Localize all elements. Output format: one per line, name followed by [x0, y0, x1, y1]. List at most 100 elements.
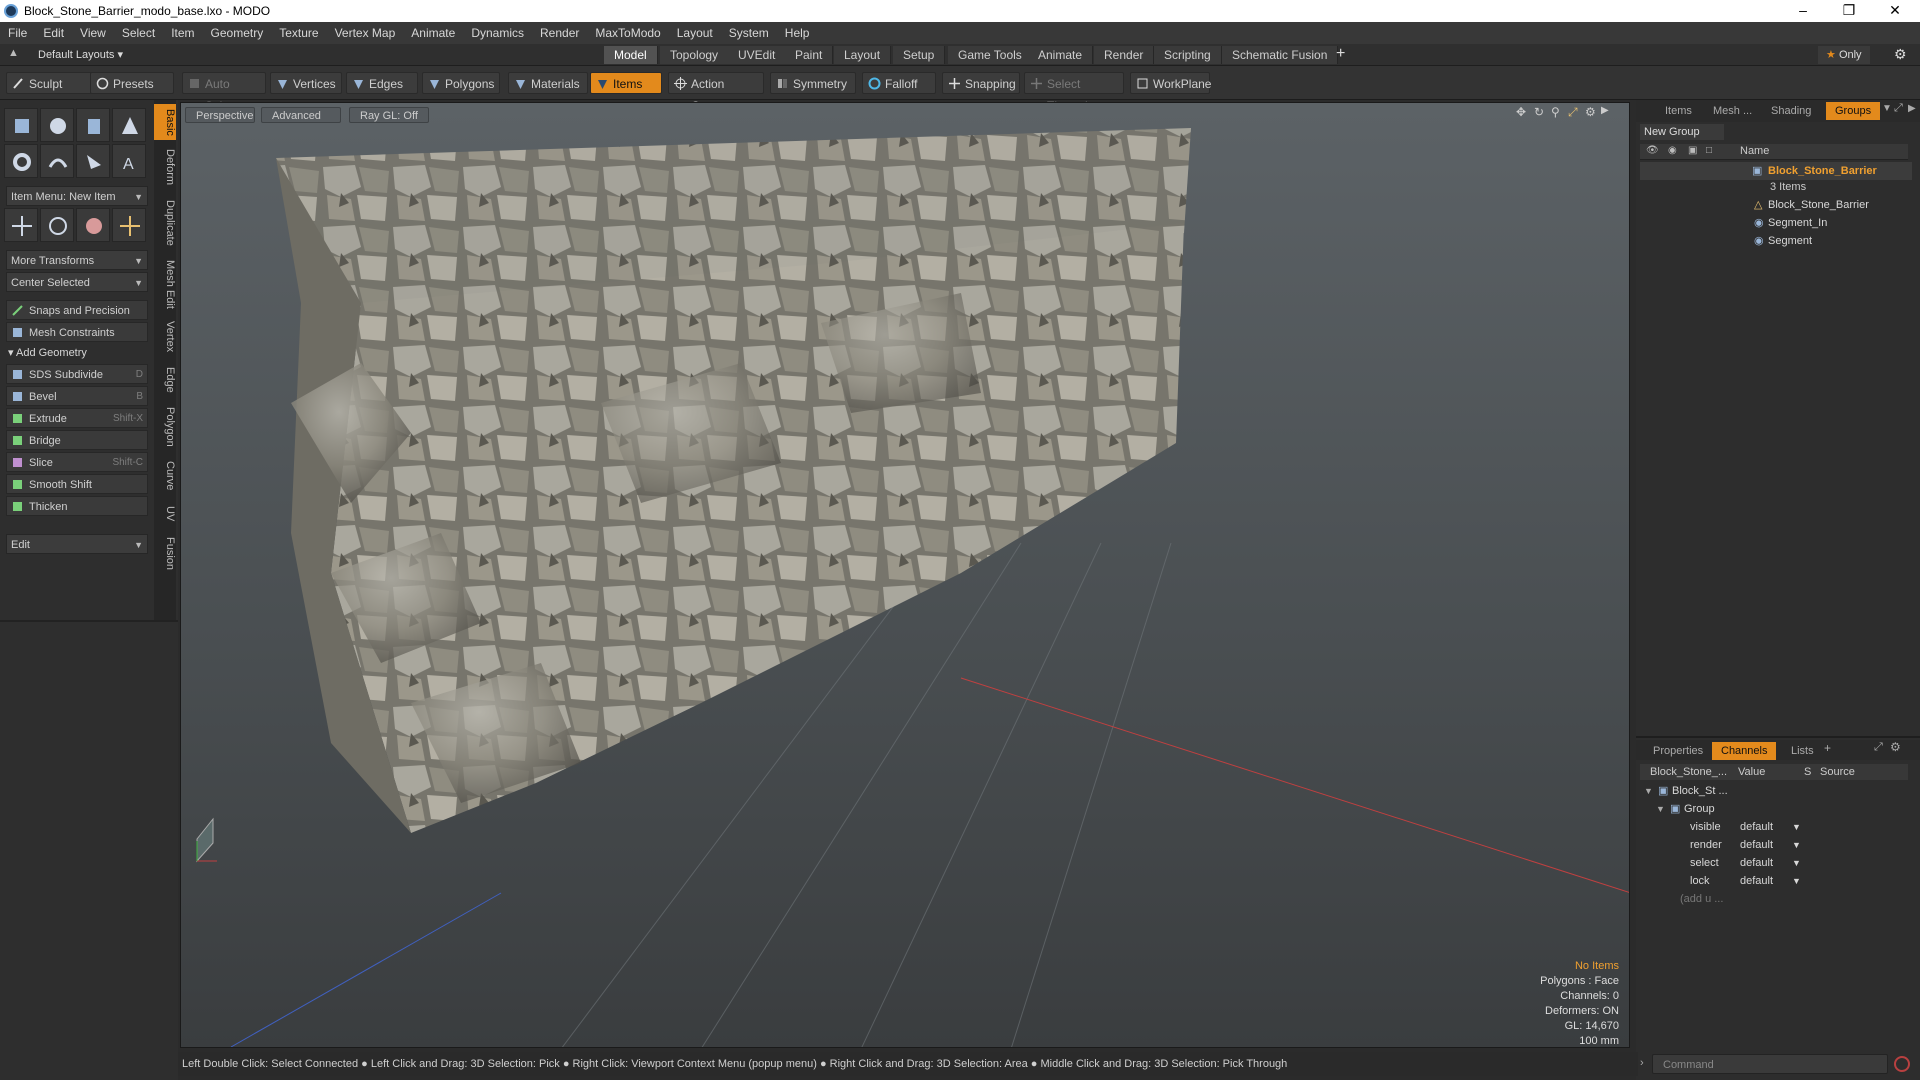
- more-transforms-dropdown[interactable]: More Transforms ▼: [6, 250, 148, 270]
- sidetab-curve[interactable]: Curve: [154, 456, 176, 496]
- tab-layout[interactable]: Layout: [834, 46, 892, 64]
- add-user-channel-row[interactable]: (add u ...: [1640, 890, 1912, 908]
- item-menu-dropdown[interactable]: Item Menu: New Item ▼: [6, 186, 148, 206]
- restore-button[interactable]: ❐: [1826, 0, 1872, 22]
- channel-value[interactable]: default: [1740, 818, 1773, 836]
- tab-paint[interactable]: Paint: [785, 46, 834, 64]
- menu-select[interactable]: Select: [114, 26, 163, 40]
- tab-animate[interactable]: Animate: [1028, 46, 1094, 64]
- cube-icon[interactable]: [4, 108, 38, 142]
- menu-vertex-map[interactable]: Vertex Map: [327, 26, 404, 40]
- snapping-button[interactable]: Snapping: [942, 72, 1020, 94]
- menu-animate[interactable]: Animate: [403, 26, 463, 40]
- menu-layout[interactable]: Layout: [669, 26, 721, 40]
- tab-topology[interactable]: Topology: [660, 46, 730, 64]
- snaps-button[interactable]: Snaps and Precision: [6, 300, 148, 320]
- fit-view-icon[interactable]: ⤢: [1568, 105, 1578, 120]
- lock-icon[interactable]: ▣: [1688, 145, 1697, 156]
- falloff-button[interactable]: Falloff: [862, 72, 936, 94]
- sidetab-fusion[interactable]: Fusion: [154, 532, 176, 576]
- chevron-down-icon[interactable]: ▼: [1792, 818, 1801, 836]
- tab-scripting[interactable]: Scripting: [1154, 46, 1222, 64]
- gear-icon[interactable]: ⚙: [1890, 740, 1901, 754]
- perspective-button[interactable]: Perspective: [185, 107, 255, 123]
- layout-toggle-icon[interactable]: ▲: [8, 47, 19, 59]
- cone-icon[interactable]: [112, 108, 146, 142]
- smooth-shift-button[interactable]: Smooth Shift: [6, 474, 148, 494]
- menu-texture[interactable]: Texture: [271, 26, 326, 40]
- extrude-button[interactable]: Extrude Shift-X: [6, 408, 148, 428]
- polygons-button[interactable]: Polygons: [422, 72, 500, 94]
- menu-render[interactable]: Render: [532, 26, 587, 40]
- vertices-button[interactable]: Vertices 1: [270, 72, 342, 113]
- rotate-view-icon[interactable]: ↻: [1534, 105, 1544, 119]
- viewport-expand-icon[interactable]: ▶: [1601, 105, 1609, 116]
- mesh-constraints-button[interactable]: Mesh Constraints: [6, 322, 148, 342]
- text-tool-icon[interactable]: A: [112, 144, 146, 178]
- channel-row[interactable]: lock default ▼: [1640, 872, 1912, 890]
- edit-dropdown[interactable]: Edit ▼: [6, 534, 148, 554]
- close-button[interactable]: ✕: [1872, 0, 1918, 22]
- sphere-icon[interactable]: [40, 108, 74, 142]
- tree-item-segment-in[interactable]: ◉ Segment_In: [1640, 214, 1912, 232]
- panel-arrow-icon[interactable]: ▶: [1908, 103, 1916, 114]
- channel-row[interactable]: render default ▼: [1640, 836, 1912, 854]
- menu-geometry[interactable]: Geometry: [203, 26, 272, 40]
- menu-help[interactable]: Help: [777, 26, 818, 40]
- channel-row[interactable]: select default ▼: [1640, 854, 1912, 872]
- gear-icon[interactable]: ⚙: [1894, 46, 1907, 63]
- center-selected-dropdown[interactable]: Center Selected ▼: [6, 272, 148, 292]
- only-toggle[interactable]: ★ Only: [1818, 46, 1870, 64]
- channel-value[interactable]: default: [1740, 836, 1773, 854]
- tree-item-block-stone-barrier[interactable]: △ Block_Stone_Barrier: [1640, 196, 1912, 214]
- 3d-viewport[interactable]: Perspective Advanced Ray GL: Off ✥ ↻ ⚲ ⤢…: [180, 102, 1630, 1048]
- workplane-button[interactable]: WorkPlane: [1130, 72, 1211, 94]
- channel-value[interactable]: default: [1740, 872, 1773, 890]
- menu-item[interactable]: Item: [163, 26, 202, 40]
- add-tab-icon[interactable]: +: [1824, 741, 1831, 755]
- menu-system[interactable]: System: [721, 26, 777, 40]
- minimize-button[interactable]: –: [1780, 0, 1826, 22]
- tab-groups[interactable]: Groups: [1826, 102, 1881, 120]
- select-icon[interactable]: □: [1706, 145, 1712, 156]
- tab-mesh[interactable]: Mesh ...: [1704, 102, 1761, 120]
- sidetab-polygon[interactable]: Polygon: [154, 402, 176, 452]
- tab-items[interactable]: Items: [1656, 102, 1701, 120]
- expand-arrow-icon[interactable]: ▼: [1656, 800, 1665, 818]
- tab-schematic-fusion[interactable]: Schematic Fusion: [1222, 46, 1339, 64]
- symmetry-button[interactable]: Symmetry: [770, 72, 856, 94]
- pan-icon[interactable]: ✥: [1516, 105, 1526, 119]
- chevron-down-icon[interactable]: ▼: [1792, 872, 1801, 890]
- tab-render[interactable]: Render: [1094, 46, 1155, 64]
- render-icon[interactable]: ◉: [1668, 145, 1677, 156]
- add-geometry-header[interactable]: ▾ Add Geometry: [8, 344, 150, 362]
- menu-view[interactable]: View: [72, 26, 114, 40]
- panel-expand-icon[interactable]: ⤢: [1894, 102, 1903, 115]
- tab-game-tools[interactable]: Game Tools: [948, 46, 1033, 64]
- eye-icon[interactable]: 👁: [1646, 145, 1659, 156]
- new-group-button[interactable]: New Group: [1640, 124, 1724, 140]
- slice-button[interactable]: Slice Shift-C: [6, 452, 148, 472]
- tab-model[interactable]: Model: [604, 46, 658, 64]
- bridge-button[interactable]: Bridge: [6, 430, 148, 450]
- sidetab-vertex[interactable]: Vertex: [154, 316, 176, 358]
- select-through-button[interactable]: Select Through: [1024, 72, 1124, 113]
- panel-expand-icon[interactable]: ⤢: [1874, 741, 1883, 754]
- sidetab-basic[interactable]: Basic: [154, 104, 176, 140]
- menu-dynamics[interactable]: Dynamics: [463, 26, 532, 40]
- tab-lists[interactable]: Lists: [1782, 742, 1823, 760]
- sculpt-button[interactable]: Sculpt: [6, 72, 92, 94]
- transform-gizmo-icon[interactable]: [112, 208, 146, 242]
- sds-subdivide-button[interactable]: SDS Subdivide D: [6, 364, 148, 384]
- move-gizmo-icon[interactable]: [4, 208, 38, 242]
- menu-maxtomodo[interactable]: MaxToModo: [587, 26, 668, 40]
- materials-button[interactable]: Materials: [508, 72, 588, 94]
- menu-edit[interactable]: Edit: [35, 26, 72, 40]
- scale-gizmo-icon[interactable]: [76, 208, 110, 242]
- tab-properties[interactable]: Properties: [1644, 742, 1712, 760]
- viewport-settings-icon[interactable]: ⚙: [1585, 105, 1596, 119]
- rotate-gizmo-icon[interactable]: [40, 208, 74, 242]
- add-tab-icon[interactable]: +: [1336, 45, 1345, 63]
- chevron-down-icon[interactable]: ▼: [1792, 854, 1801, 872]
- command-input[interactable]: Command: [1652, 1054, 1888, 1074]
